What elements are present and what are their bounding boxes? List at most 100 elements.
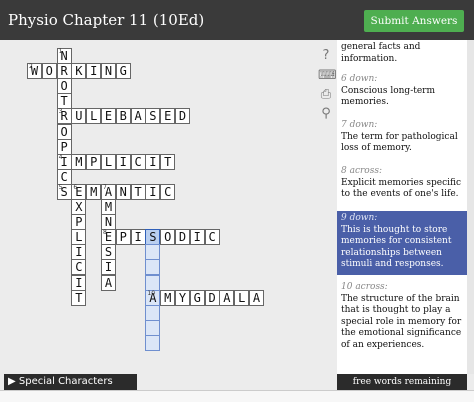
help-icon[interactable]: ? <box>318 48 334 64</box>
grid-cell[interactable]: 5S <box>56 183 72 200</box>
cell-letter: C <box>75 260 83 275</box>
grid-cell[interactable]: O <box>160 229 176 246</box>
grid-cell[interactable]: A <box>219 289 235 306</box>
grid-cell[interactable] <box>145 244 161 261</box>
grid-cell[interactable]: 1N <box>56 48 72 64</box>
clue-text: The term for pathological loss of memory… <box>341 131 458 154</box>
grid-cell[interactable]: T <box>56 93 72 110</box>
clue-item[interactable]: 7 down: The term for pathological loss of… <box>337 118 467 160</box>
grid-cell[interactable]: N <box>101 63 116 80</box>
grid-cell[interactable]: I <box>189 229 205 246</box>
grid-cell[interactable]: M <box>160 289 176 306</box>
grid-cell[interactable]: C <box>204 229 220 246</box>
clue-number: 5 <box>58 183 63 191</box>
grid-cell[interactable]: U <box>71 108 87 125</box>
grid-cell[interactable]: S <box>101 244 116 261</box>
zoom-icon[interactable]: ⚲ <box>318 106 334 122</box>
grid-cell[interactable]: G <box>115 63 131 80</box>
grid-cell[interactable] <box>145 304 161 321</box>
grid-cell[interactable]: N <box>115 183 131 200</box>
print-icon[interactable]: ⎙ <box>318 87 334 103</box>
grid-cell[interactable]: K <box>71 63 87 80</box>
grid-cell[interactable]: D <box>175 229 190 246</box>
grid-cell[interactable]: O <box>56 123 72 140</box>
special-characters-toggle[interactable]: ▶ Special Characters <box>4 374 137 390</box>
cell-letter: E <box>104 109 113 124</box>
grid-cell[interactable]: C <box>160 183 176 200</box>
grid-cell[interactable] <box>145 259 161 276</box>
grid-cell[interactable]: 4I <box>56 153 72 170</box>
grid-cell[interactable]: S <box>145 108 161 125</box>
grid-cell[interactable]: T <box>71 289 87 306</box>
submit-answers-button[interactable]: Submit Answers <box>364 10 464 32</box>
clue-item[interactable]: 9 down: This is thought to store memories… <box>337 211 467 275</box>
cell-letter: N <box>119 184 127 199</box>
grid-cell[interactable]: D <box>204 289 220 306</box>
grid-cell[interactable] <box>145 274 161 291</box>
grid-cell[interactable]: E <box>101 108 116 125</box>
grid-cell[interactable]: L <box>101 153 116 170</box>
clue-number: 1 <box>58 48 63 55</box>
clue-list: general facts and information. 6 down: Con… <box>337 40 467 374</box>
grid-cell[interactable]: C <box>56 168 72 185</box>
grid-cell[interactable]: O <box>41 63 57 80</box>
grid-cell[interactable]: N <box>101 214 116 231</box>
grid-cell[interactable]: T <box>130 183 146 200</box>
grid-cell[interactable] <box>145 319 161 336</box>
grid-cell[interactable]: I <box>115 153 131 170</box>
cell-letter: I <box>119 154 127 169</box>
grid-cell[interactable]: C <box>71 259 87 276</box>
grid-cell[interactable]: Y <box>175 289 190 306</box>
grid-cell[interactable] <box>145 334 161 351</box>
grid-cell[interactable]: B <box>115 108 131 125</box>
cell-letter: A <box>252 290 261 305</box>
clue-scrollbar[interactable] <box>467 40 474 374</box>
grid-cell[interactable]: I <box>145 153 161 170</box>
grid-cell[interactable]: 2W <box>27 63 42 80</box>
clue-item[interactable]: 10 across: The structure of the brain tha… <box>337 280 467 364</box>
grid-cell[interactable]: L <box>71 229 87 246</box>
grid-cell[interactable]: I <box>145 183 161 200</box>
grid-cell[interactable]: S <box>145 229 161 246</box>
grid-cell[interactable]: 10 A <box>145 289 161 306</box>
grid-cell[interactable]: X <box>71 199 87 215</box>
grid-cell[interactable]: L <box>234 289 250 306</box>
grid-cell[interactable]: P <box>115 229 131 246</box>
clue-number: 2 <box>29 63 33 71</box>
grid-cell[interactable]: A <box>130 108 146 125</box>
grid-cell[interactable]: 7A <box>101 183 116 200</box>
grid-cell[interactable]: L <box>86 108 102 125</box>
grid-cell[interactable]: E <box>160 108 176 125</box>
grid-cell[interactable]: I <box>101 259 116 276</box>
clue-text: This is thought to store memories for co… <box>341 224 452 270</box>
grid-cell[interactable]: M <box>71 153 87 170</box>
grid-cell[interactable]: M <box>101 199 116 215</box>
grid-cell[interactable]: P <box>56 138 72 155</box>
grid-cell[interactable]: I <box>71 274 87 291</box>
grid-cell[interactable]: R <box>56 63 72 80</box>
grid-cell[interactable]: C <box>130 153 146 170</box>
grid-cell[interactable]: 3R <box>56 108 72 125</box>
grid-cell[interactable]: I <box>86 63 102 80</box>
grid-cell[interactable]: I <box>71 244 87 261</box>
keyboard-icon[interactable]: ⌨ <box>318 68 337 84</box>
grid-cell[interactable]: T <box>160 153 176 170</box>
cell-letter: P <box>119 230 127 245</box>
free-words-remaining: free words remaining <box>337 374 467 390</box>
grid-cell[interactable]: 6E <box>71 183 87 200</box>
clue-item[interactable]: 8 across: Explicit memories specific to t… <box>337 164 467 207</box>
grid-cell[interactable]: A <box>101 274 116 291</box>
clue-item[interactable]: 6 down: Conscious long-term memories. <box>337 72 467 114</box>
grid-cell[interactable]: 8E <box>101 229 116 246</box>
grid-cell[interactable]: A <box>249 289 264 306</box>
cell-letter: N <box>104 64 113 79</box>
grid-cell[interactable]: I <box>130 229 146 246</box>
clue-label: 7 down: <box>341 120 378 130</box>
grid-cell[interactable]: P <box>86 153 102 170</box>
grid-cell[interactable]: P <box>71 214 87 231</box>
grid-cell[interactable]: G <box>189 289 205 306</box>
grid-cell[interactable]: D <box>175 108 190 125</box>
clue-item[interactable]: general facts and information. <box>337 40 467 69</box>
grid-cell[interactable]: M <box>86 183 102 200</box>
grid-cell[interactable]: O <box>56 78 72 95</box>
